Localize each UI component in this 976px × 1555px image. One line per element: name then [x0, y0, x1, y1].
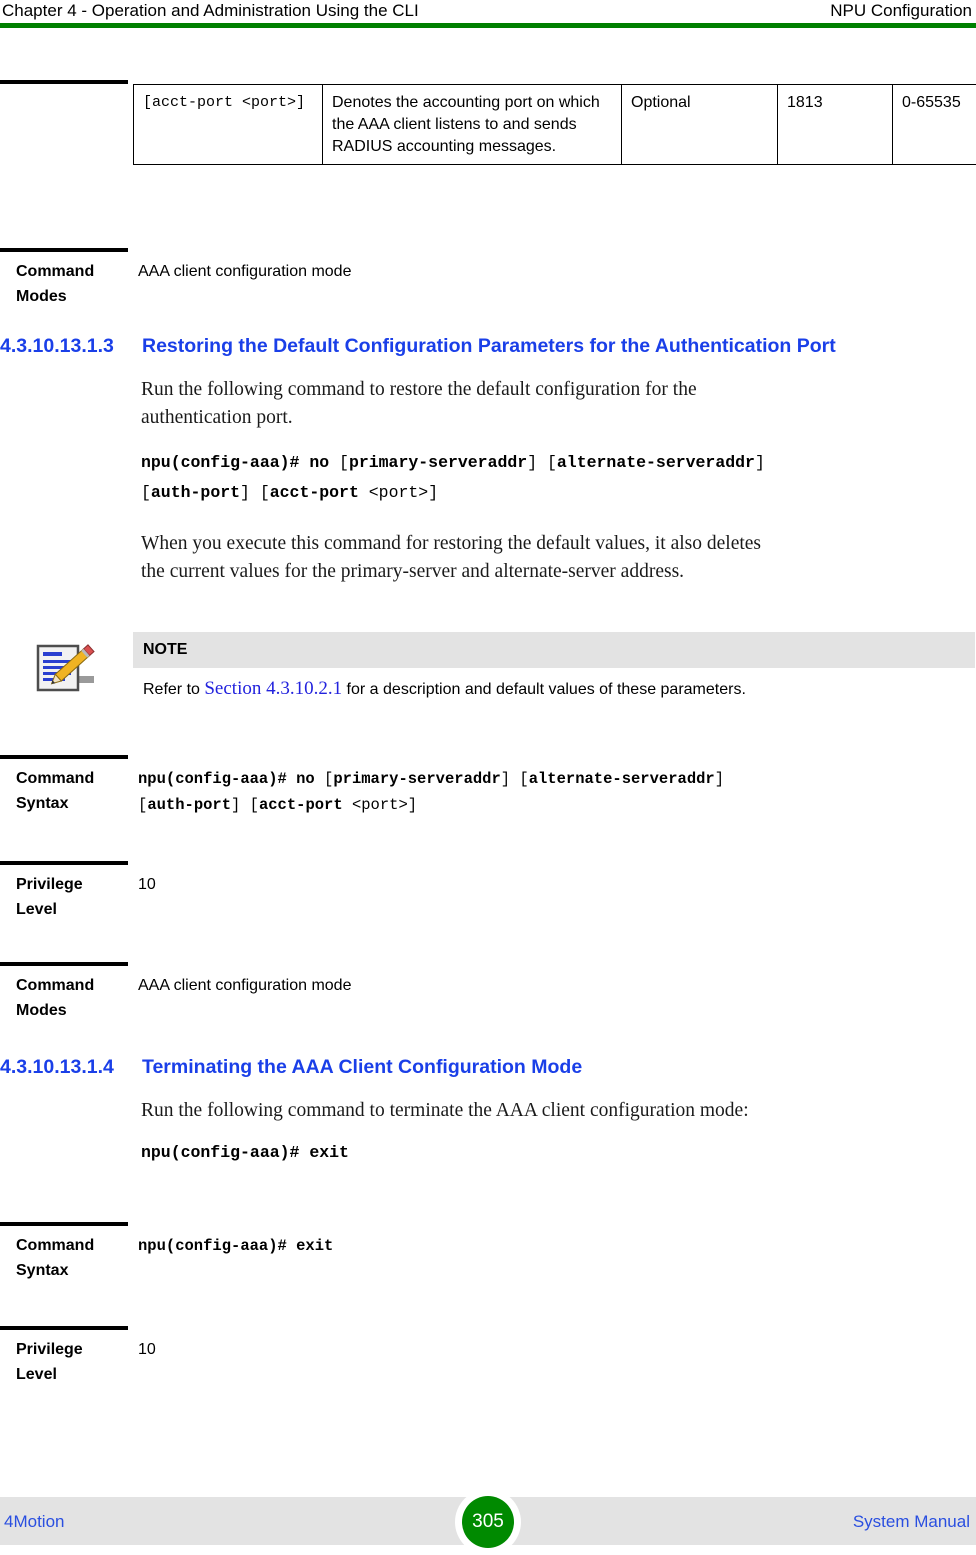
note-pencil-notepad-icon: [32, 634, 102, 700]
paragraph-line: authentication port.: [141, 404, 961, 432]
attribute-block-bar: [0, 1326, 128, 1330]
attribute-block-command-syntax-2: Command Syntax npu(config-aaa)# exit: [0, 1222, 976, 1300]
parameter-table: [acct-port <port>] Denotes the accountin…: [133, 84, 976, 165]
command-example-1: npu(config-aaa)# no [primary-serveraddr]…: [141, 448, 971, 508]
bracket-open: [: [324, 770, 333, 788]
table-cell-range: 0-65535: [893, 85, 976, 165]
table-cell-default: 1813: [778, 85, 893, 165]
attribute-block-privilege-level-1: Privilege Level 10: [0, 861, 976, 923]
bracket-mid: ] [: [240, 483, 270, 502]
attribute-value: AAA client configuration mode: [138, 259, 968, 284]
section-heading-4-3-10-13-1-3: 4.3.10.13.1.3Restoring the Default Confi…: [0, 334, 976, 358]
attribute-label: Command Syntax: [16, 1233, 128, 1283]
bracket-open: [: [141, 483, 151, 502]
section-title: Terminating the AAA Client Configuration…: [142, 1056, 582, 1078]
command-prompt: npu(config-aaa)# no: [138, 770, 324, 788]
command-keyword: auth-port: [147, 796, 231, 814]
section-heading-4-3-10-13-1-4: 4.3.10.13.1.4Terminating the AAA Client …: [0, 1055, 976, 1079]
command-argument: <port>]: [352, 796, 417, 814]
command-example-2: npu(config-aaa)# exit: [141, 1138, 971, 1168]
attribute-label: Privilege Level: [16, 872, 128, 922]
bracket-mid: ] [: [527, 453, 557, 472]
note-text-after: for a description and default values of …: [342, 681, 746, 698]
section-number: 4.3.10.13.1.3: [0, 334, 142, 358]
attribute-value: npu(config-aaa)# no [primary-serveraddr]…: [138, 766, 968, 818]
table-cell-presence: Optional: [622, 85, 778, 165]
note-body: Refer to Section 4.3.10.2.1 for a descri…: [133, 668, 975, 706]
section-after-paragraph-1: When you execute this command for restor…: [141, 530, 961, 586]
bracket-close: ]: [715, 770, 724, 788]
command-line: npu(config-aaa)# no [primary-serveraddr]…: [138, 766, 968, 792]
command-line: npu(config-aaa)# no [primary-serveraddr]…: [141, 448, 971, 478]
note-callout: NOTE Refer to Section 4.3.10.2.1 for a d…: [133, 632, 975, 706]
attribute-block-command-syntax-1: Command Syntax npu(config-aaa)# no [prim…: [0, 755, 976, 845]
paragraph-line: the current values for the primary-serve…: [141, 558, 961, 586]
command-prompt: npu(config-aaa)# no: [141, 453, 339, 472]
attribute-block-bar: [0, 1222, 128, 1226]
paragraph-line: Run the following command to restore the…: [141, 376, 961, 404]
command-keyword: auth-port: [151, 483, 240, 502]
attribute-label: Command Modes: [16, 973, 128, 1023]
footer-product-name[interactable]: 4Motion: [4, 1512, 64, 1532]
command-keyword: acct-port: [270, 483, 369, 502]
table-row: [acct-port <port>] Denotes the accountin…: [134, 85, 976, 165]
command-keyword: primary-serveraddr: [333, 770, 500, 788]
attribute-value: 10: [138, 1337, 968, 1362]
table-cell-description: Denotes the accounting port on which the…: [323, 85, 622, 165]
paragraph-line: When you execute this command for restor…: [141, 530, 961, 558]
note-text-before: Refer to: [143, 681, 204, 698]
attribute-block-command-modes-1: Command Modes AAA client configuration m…: [0, 248, 976, 310]
footer-page-number: 305: [462, 1496, 514, 1548]
attribute-label: Privilege Level: [16, 1337, 128, 1387]
attribute-block-bar: [0, 861, 128, 865]
header-section-title: NPU Configuration: [830, 0, 972, 22]
bracket-mid: ] [: [231, 796, 259, 814]
section-intro-paragraph-2: Run the following command to terminate t…: [141, 1097, 961, 1125]
command-keyword: alternate-serveraddr: [557, 453, 755, 472]
footer-manual-name[interactable]: System Manual: [853, 1512, 970, 1532]
command-line: [auth-port] [acct-port <port>]: [138, 792, 968, 818]
attribute-label: Command Modes: [16, 259, 128, 309]
command-argument: <port>]: [369, 483, 438, 502]
command-keyword: alternate-serveraddr: [529, 770, 715, 788]
command-keyword: primary-serveraddr: [349, 453, 527, 472]
header-chapter-title: Chapter 4 - Operation and Administration…: [2, 0, 419, 22]
header-rule-divider: [0, 23, 976, 28]
attribute-block-privilege-level-2: Privilege Level 10: [0, 1326, 976, 1388]
attribute-label: Command Syntax: [16, 766, 128, 816]
section-title: Restoring the Default Configuration Para…: [142, 335, 836, 357]
attribute-value: npu(config-aaa)# exit: [138, 1233, 968, 1259]
bracket-mid: ] [: [501, 770, 529, 788]
command-keyword: acct-port: [259, 796, 352, 814]
note-cross-reference-link[interactable]: Section 4.3.10.2.1: [204, 678, 342, 699]
page-running-header: Chapter 4 - Operation and Administration…: [0, 0, 976, 24]
attribute-block-command-modes-2: Command Modes AAA client configuration m…: [0, 962, 976, 1024]
attribute-value: 10: [138, 872, 968, 897]
section-number: 4.3.10.13.1.4: [0, 1055, 142, 1079]
bracket-open: [: [138, 796, 147, 814]
command-line: npu(config-aaa)# exit: [141, 1138, 971, 1168]
note-heading: NOTE: [133, 632, 975, 668]
attribute-value: AAA client configuration mode: [138, 973, 968, 998]
section-intro-paragraph-1: Run the following command to restore the…: [141, 376, 961, 432]
command-line: [auth-port] [acct-port <port>]: [141, 478, 971, 508]
attribute-block-bar: [0, 962, 128, 966]
bracket-close: ]: [755, 453, 765, 472]
table-label-bar: [0, 80, 128, 84]
bracket-open: [: [339, 453, 349, 472]
attribute-block-bar: [0, 755, 128, 759]
table-cell-parameter: [acct-port <port>]: [134, 85, 323, 165]
attribute-block-bar: [0, 248, 128, 252]
paragraph-line: Run the following command to terminate t…: [141, 1097, 961, 1125]
